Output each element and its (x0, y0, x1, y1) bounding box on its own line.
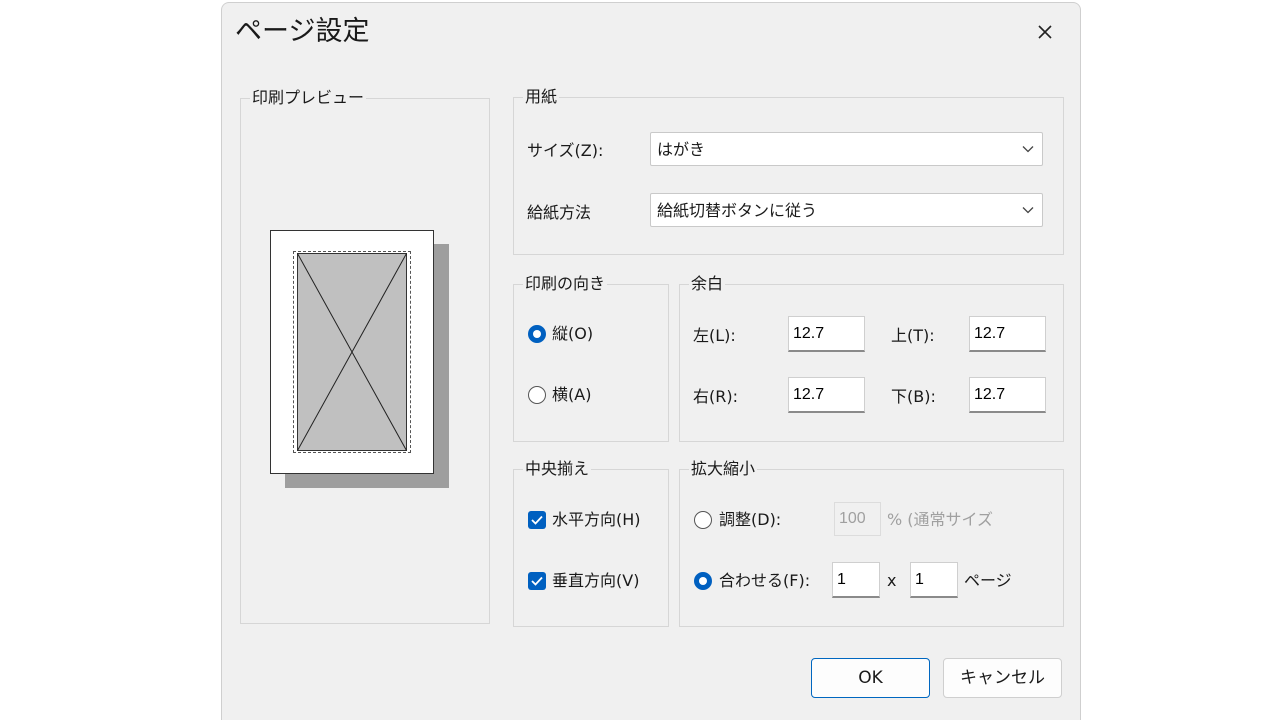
checkmark-icon (531, 515, 543, 525)
size-select[interactable]: はがき (650, 132, 1043, 166)
preview-page (270, 230, 434, 474)
source-select-value: 給紙切替ボタンに従う (657, 201, 818, 220)
portrait-label[interactable]: 縦(O) (552, 324, 593, 344)
chevron-down-icon (1022, 207, 1034, 214)
margin-left-label: 左(L): (693, 326, 736, 345)
close-button[interactable] (1025, 15, 1065, 49)
portrait-radio[interactable] (528, 325, 546, 343)
size-label: サイズ(Z): (527, 141, 604, 160)
fit-wide-input[interactable] (832, 562, 880, 598)
margin-right-label: 右(R): (693, 387, 738, 406)
landscape-label[interactable]: 横(A) (552, 385, 591, 405)
dialog-title: ページ設定 (235, 16, 370, 47)
horizontal-checkbox[interactable] (528, 511, 546, 529)
margin-bottom-input[interactable] (969, 377, 1046, 413)
margin-right-input[interactable] (788, 377, 865, 413)
paper-legend: 用紙 (523, 87, 560, 107)
margin-bottom-label: 下(B): (891, 387, 936, 406)
horizontal-label[interactable]: 水平方向(H) (552, 510, 641, 530)
adjust-radio[interactable] (694, 511, 712, 529)
close-icon (1038, 25, 1052, 39)
scaling-group: 拡大縮小 調整(D): % (通常サイズ 合わせる(F): x ページ (679, 459, 1064, 627)
orientation-group: 印刷の向き 縦(O) 横(A) (513, 274, 669, 442)
margins-legend: 余白 (689, 274, 726, 294)
vertical-label[interactable]: 垂直方向(V) (552, 571, 639, 591)
source-select[interactable]: 給紙切替ボタンに従う (650, 193, 1043, 227)
pages-label: ページ (964, 571, 1012, 590)
centering-group: 中央揃え 水平方向(H) 垂直方向(V) (513, 459, 669, 627)
times-label: x (887, 571, 897, 590)
preview-print-area (297, 253, 407, 451)
margin-left-input[interactable] (788, 316, 865, 352)
centering-legend: 中央揃え (523, 459, 592, 479)
adjust-label[interactable]: 調整(D): (719, 510, 781, 530)
margin-top-input[interactable] (969, 316, 1046, 352)
page-setup-dialog: ページ設定 印刷プレビュー 用紙 サイズ(Z): はがき 給紙方法 給紙切替ボタ… (221, 2, 1081, 720)
preview-group: 印刷プレビュー (240, 88, 490, 624)
preview-legend: 印刷プレビュー (250, 88, 367, 108)
vertical-checkbox[interactable] (528, 572, 546, 590)
margin-top-label: 上(T): (891, 326, 935, 345)
source-label: 給紙方法 (527, 203, 592, 222)
fit-radio[interactable] (694, 572, 712, 590)
fit-label[interactable]: 合わせる(F): (719, 571, 810, 591)
scaling-legend: 拡大縮小 (689, 459, 758, 479)
ok-button[interactable]: OK (811, 658, 930, 698)
fit-tall-input[interactable] (910, 562, 958, 598)
size-select-value: はがき (657, 140, 706, 159)
margins-group: 余白 左(L): 上(T): 右(R): 下(B): (679, 274, 1064, 442)
adjust-suffix: % (通常サイズ (887, 510, 994, 529)
chevron-down-icon (1022, 146, 1034, 153)
paper-group: 用紙 サイズ(Z): はがき 給紙方法 給紙切替ボタンに従う (513, 87, 1064, 255)
cancel-button[interactable]: キャンセル (943, 658, 1062, 698)
adjust-input (834, 502, 881, 536)
orientation-legend: 印刷の向き (523, 274, 608, 294)
landscape-radio[interactable] (528, 386, 546, 404)
checkmark-icon (531, 576, 543, 586)
